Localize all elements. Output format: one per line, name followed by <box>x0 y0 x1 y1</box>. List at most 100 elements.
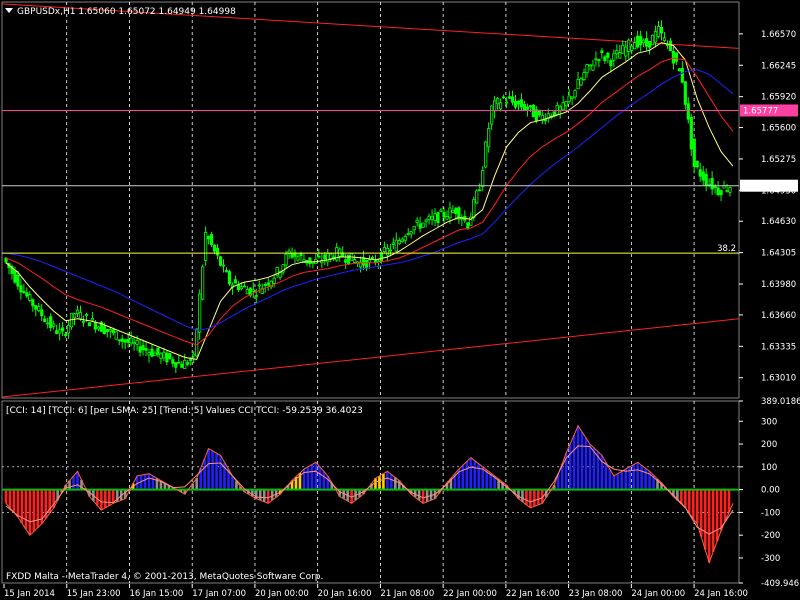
candle-body <box>195 328 199 357</box>
cci-bar <box>608 469 612 490</box>
candle-body <box>126 338 130 343</box>
cci-label: -100 <box>761 508 780 518</box>
cci-bar <box>691 489 695 519</box>
candle-body <box>442 211 446 218</box>
candle-body <box>153 352 157 356</box>
candle-body <box>490 105 494 125</box>
cci-bar <box>207 448 210 490</box>
candle-body <box>561 102 565 111</box>
candle-body <box>603 56 607 62</box>
candle-body <box>427 215 431 220</box>
candle-body <box>531 104 535 118</box>
candle-body <box>406 233 410 235</box>
candle-body <box>129 337 133 344</box>
candle-body <box>680 67 684 83</box>
candle-body <box>653 31 658 43</box>
candle-body <box>689 116 693 150</box>
candle-body <box>516 100 521 105</box>
time-label: 16 Jan 15:00 <box>129 589 183 599</box>
candle-body <box>522 104 527 111</box>
cci-bar <box>624 469 628 490</box>
candle-body <box>397 240 401 245</box>
cci-bar <box>684 489 687 508</box>
cci-bar <box>382 473 385 490</box>
candle-body <box>63 334 68 336</box>
cci-bar <box>314 462 318 490</box>
candle-body <box>636 35 640 48</box>
candle-body <box>630 45 634 51</box>
candle-body <box>534 109 538 122</box>
candle-body <box>49 316 53 328</box>
fib-level-label: 38.2 <box>717 244 736 254</box>
candle-body <box>367 259 372 264</box>
candle-body <box>394 239 398 252</box>
candle-body <box>701 171 705 181</box>
cci-bar <box>572 434 576 490</box>
cci-bar <box>525 489 528 505</box>
cci-bar <box>378 475 381 490</box>
candle-body <box>454 207 458 214</box>
candle-body <box>567 95 571 102</box>
candle-body <box>16 274 20 287</box>
candle-body <box>668 40 673 52</box>
candle-body <box>90 317 95 321</box>
cci-label: 100 <box>761 463 777 473</box>
candle-body <box>573 90 577 98</box>
candle-body <box>683 81 687 105</box>
candle-body <box>484 141 488 168</box>
candle-body <box>347 254 351 265</box>
candle-body <box>555 104 559 115</box>
candle-body <box>451 210 455 213</box>
cci-bar <box>12 489 16 513</box>
candle-body <box>37 306 41 311</box>
candle-body <box>144 348 148 351</box>
cci-bar <box>151 475 155 490</box>
candle-body <box>75 309 80 314</box>
cci-bar <box>616 473 620 490</box>
candle-body <box>308 257 312 265</box>
candle-body <box>600 50 604 53</box>
cci-bar <box>219 455 222 490</box>
candle-body <box>46 322 50 325</box>
candle-body <box>612 53 616 61</box>
cci-bar <box>632 464 635 490</box>
candle-body <box>257 284 261 287</box>
candle-body <box>609 60 613 66</box>
cci-bar <box>715 489 719 542</box>
metatrader-chart[interactable]: 1.657771.6499838.2 1.665701.662451.65920… <box>0 0 800 600</box>
candle-body <box>582 72 586 80</box>
candle-body <box>364 260 369 269</box>
candle-body <box>713 186 717 189</box>
cci-bar <box>425 489 429 502</box>
candle-body <box>686 103 690 120</box>
cci-bar <box>104 489 107 508</box>
candle-body <box>382 247 386 253</box>
candle-body <box>19 285 23 293</box>
time-label: 20 Jan 16:00 <box>318 589 372 599</box>
cci-bar <box>723 489 727 522</box>
candle-body <box>215 247 220 256</box>
candle-body <box>501 96 506 99</box>
candle-body <box>224 270 229 273</box>
candle-body <box>513 101 518 108</box>
cci-bar <box>477 463 481 490</box>
time-label: 22 Jan 16:00 <box>506 589 560 599</box>
candle-body <box>61 327 65 332</box>
candle-body <box>105 328 109 333</box>
cci-bar <box>695 489 699 524</box>
candle-body <box>209 234 214 246</box>
cci-bar <box>612 475 616 490</box>
cci-bar <box>322 471 326 490</box>
candle-body <box>296 256 300 261</box>
chart-background <box>0 0 800 600</box>
candle-body <box>692 138 696 168</box>
time-label: 23 Jan 08:00 <box>569 589 623 599</box>
cci-bar <box>390 474 393 490</box>
candle-body <box>615 50 619 54</box>
candle-body <box>510 96 515 103</box>
candle-body <box>120 338 124 342</box>
cci-bar <box>16 489 20 517</box>
cci-bar <box>620 471 624 490</box>
candle-body <box>472 199 476 219</box>
cci-label: 389.0186 <box>761 397 800 407</box>
